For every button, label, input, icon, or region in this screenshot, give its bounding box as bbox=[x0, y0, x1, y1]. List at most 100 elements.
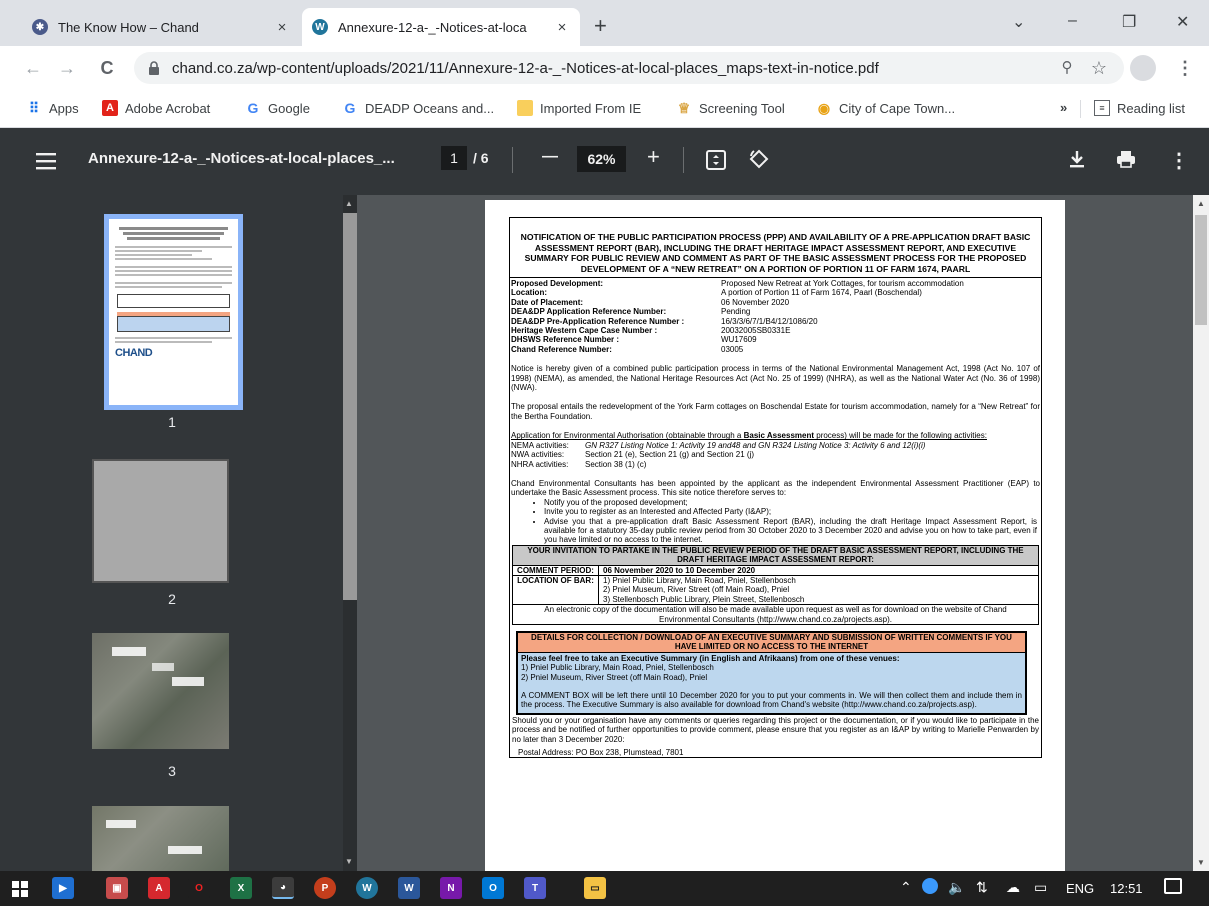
excel-icon[interactable]: X bbox=[230, 877, 252, 899]
notice-heading: NOTIFICATION OF THE PUBLIC PARTICIPATION… bbox=[520, 232, 1031, 274]
onenote-icon[interactable]: N bbox=[440, 877, 462, 899]
purpose-bullets: Notify you of the proposed development; … bbox=[544, 498, 1037, 545]
clock[interactable]: 12:51 bbox=[1110, 881, 1143, 896]
menu-kebab-icon[interactable]: ⋮ bbox=[1174, 58, 1196, 78]
scroll-down-arrow-icon[interactable]: ▼ bbox=[345, 857, 353, 866]
chrome-icon[interactable]: ◕ bbox=[272, 877, 294, 899]
activity-label: NWA activities: bbox=[511, 450, 565, 460]
bookmark-label: Google bbox=[268, 100, 310, 116]
bookmark-adobe-acrobat[interactable]: A Adobe Acrobat bbox=[102, 100, 210, 116]
thumbnail-page-2[interactable] bbox=[92, 459, 229, 583]
forward-button[interactable]: → bbox=[56, 58, 78, 78]
divider bbox=[512, 147, 513, 173]
media-player-icon[interactable]: ▶ bbox=[52, 877, 74, 899]
field-label: Chand Reference Number: bbox=[511, 344, 612, 354]
comment-period-value: 06 November 2020 to 10 December 2020 bbox=[603, 565, 756, 575]
bookmark-label: Screening Tool bbox=[699, 100, 785, 116]
thumbnail-page-3[interactable] bbox=[92, 633, 229, 749]
zoom-icon[interactable]: ⚲ bbox=[1056, 58, 1078, 78]
network-icon[interactable]: ⇅ bbox=[976, 879, 988, 896]
windows-taskbar: ▶ ▣ A O X ◕ P W W N O T ▭ ⌃ 🔈 ⇅ ☁ ▭ ENG … bbox=[0, 871, 1209, 906]
tab-close-icon[interactable]: × bbox=[554, 19, 570, 36]
url-text: chand.co.za/wp-content/uploads/2021/11/A… bbox=[172, 59, 879, 77]
tab-annexure-pdf[interactable]: W Annexure-12-a-_-Notices-at-loca × bbox=[302, 8, 580, 46]
language-indicator[interactable]: ENG bbox=[1066, 881, 1094, 896]
bookmark-label: City of Cape Town... bbox=[839, 100, 956, 116]
scroll-down-arrow-icon[interactable]: ▼ bbox=[1197, 858, 1205, 867]
thumbnail-page-1[interactable]: CHAND bbox=[104, 214, 243, 410]
download-icon[interactable] bbox=[1069, 150, 1085, 168]
reference-fields: Proposed Development: Proposed New Retrea… bbox=[510, 277, 1041, 354]
reading-list-button[interactable]: ≡ Reading list bbox=[1094, 100, 1185, 116]
file-explorer-icon[interactable]: ▭ bbox=[584, 877, 606, 899]
fit-to-page-icon[interactable] bbox=[706, 150, 726, 170]
tab-the-know-how[interactable]: ✱ The Know How – Chand × bbox=[22, 8, 300, 46]
wordpress-taskbar-icon[interactable]: W bbox=[356, 877, 378, 899]
powerpoint-icon[interactable]: P bbox=[314, 877, 336, 899]
bookmark-deadp-oceans[interactable]: G DEADP Oceans and... bbox=[342, 100, 495, 116]
bookmark-star-icon[interactable]: ☆ bbox=[1088, 58, 1110, 78]
close-window-button[interactable]: ✕ bbox=[1176, 12, 1189, 32]
tab-close-icon[interactable]: × bbox=[274, 19, 290, 36]
crest-icon: ♕ bbox=[677, 100, 691, 116]
print-icon[interactable] bbox=[1116, 150, 1136, 168]
divider bbox=[683, 147, 684, 173]
notice-paragraph: Notice is hereby given of a combined pub… bbox=[511, 364, 1040, 393]
sidebar-scrollbar-thumb[interactable] bbox=[343, 213, 357, 600]
scroll-up-arrow-icon[interactable]: ▲ bbox=[345, 199, 353, 208]
minimize-button[interactable]: – bbox=[1068, 12, 1077, 30]
onedrive-icon[interactable]: ☁ bbox=[1006, 879, 1020, 896]
field-value: Proposed New Retreat at York Cottages, f… bbox=[721, 279, 964, 288]
divider bbox=[1080, 100, 1081, 118]
pdf-more-options-icon[interactable]: ⋮ bbox=[1169, 148, 1189, 173]
thumbnail-page-4[interactable] bbox=[92, 806, 229, 871]
volume-muted-icon[interactable]: 🔈 bbox=[948, 879, 965, 896]
chand-logo: CHAND bbox=[115, 347, 153, 359]
field-row: Chand Reference Number: 03005 bbox=[511, 345, 1040, 354]
application-paragraph: Application for Environmental Authorisat… bbox=[510, 431, 1041, 440]
pdf-toolbar: Annexure-12-a-_-Notices-at-local-places_… bbox=[0, 128, 1209, 195]
back-button[interactable]: ← bbox=[22, 58, 44, 78]
app-icon[interactable]: ▣ bbox=[106, 877, 128, 899]
bookmarks-overflow-button[interactable]: » bbox=[1060, 100, 1067, 115]
acrobat-taskbar-icon[interactable]: A bbox=[148, 877, 170, 899]
rotate-icon[interactable] bbox=[748, 148, 770, 170]
notifications-icon[interactable] bbox=[1164, 878, 1182, 894]
thumbnail-label-3: 3 bbox=[168, 763, 176, 779]
windows-start-icon[interactable] bbox=[12, 881, 28, 897]
reading-list-icon: ≡ bbox=[1094, 100, 1110, 116]
zoom-in-button[interactable]: + bbox=[647, 144, 660, 170]
address-bar[interactable]: chand.co.za/wp-content/uploads/2021/11/A… bbox=[134, 52, 1124, 84]
bookmark-screening-tool[interactable]: ♕ Screening Tool bbox=[676, 100, 785, 116]
outlook-icon[interactable]: O bbox=[482, 877, 504, 899]
scroll-up-arrow-icon[interactable]: ▲ bbox=[1197, 199, 1205, 208]
bookmark-google[interactable]: G Google bbox=[245, 100, 310, 116]
zoom-level-input[interactable]: 62% bbox=[577, 146, 626, 172]
zoom-out-button[interactable]: — bbox=[542, 148, 558, 166]
tab-search-button[interactable]: ⌄ bbox=[1012, 12, 1025, 32]
restore-button[interactable]: ❐ bbox=[1122, 12, 1136, 32]
word-icon[interactable]: W bbox=[398, 877, 420, 899]
teams-icon[interactable]: T bbox=[524, 877, 546, 899]
main-scrollbar-thumb[interactable] bbox=[1195, 215, 1207, 325]
location-row: LOCATION OF BAR: 1) Pniel Public Library… bbox=[513, 575, 1038, 606]
field-row: Proposed Development: Proposed New Retrea… bbox=[511, 279, 1040, 288]
new-tab-button[interactable]: + bbox=[594, 13, 607, 39]
bookmark-city-of-cape-town[interactable]: ◉ City of Cape Town... bbox=[816, 100, 955, 116]
sidebar-menu-icon[interactable] bbox=[36, 152, 56, 170]
tray-chevron-icon[interactable]: ⌃ bbox=[900, 879, 912, 896]
opera-icon[interactable]: O bbox=[188, 877, 210, 899]
thumbnail-label-2: 2 bbox=[168, 591, 176, 607]
bookmark-apps[interactable]: ⠿ Apps bbox=[26, 100, 79, 116]
venue-item: 1) Pniel Public Library, Main Road, Pnie… bbox=[521, 663, 714, 673]
field-row: DEA&DP Pre-Application Reference Number … bbox=[511, 317, 1040, 326]
bookmarks-bar: ⠿ Apps A Adobe Acrobat G Google G DEADP Ocea… bbox=[0, 90, 1209, 128]
display-icon[interactable]: ▭ bbox=[1034, 879, 1047, 896]
field-label: DEA&DP Pre-Application Reference Number … bbox=[511, 316, 685, 326]
venue-item: 2) Pniel Museum, River Street (off Main … bbox=[521, 672, 708, 682]
reload-button[interactable]: C bbox=[96, 58, 118, 78]
page-number-input[interactable]: 1 bbox=[441, 146, 467, 170]
tray-app-icon[interactable] bbox=[922, 878, 938, 894]
profile-avatar[interactable] bbox=[1130, 55, 1156, 81]
bookmark-imported-from-ie[interactable]: Imported From IE bbox=[517, 100, 641, 116]
